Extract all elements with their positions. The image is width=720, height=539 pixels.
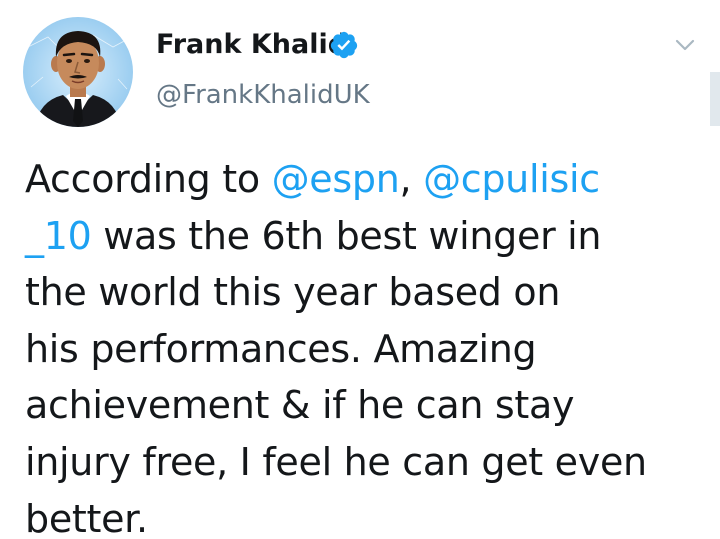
author-display-name[interactable]: Frank Khalid — [156, 28, 347, 62]
mention-link-cpulisic[interactable]: @cpulisic — [423, 157, 600, 201]
tweet-text-line: his performances. Amazing — [25, 326, 537, 371]
text-segment: According to — [25, 157, 272, 201]
tweet-text-line: injury free, I feel he can get even — [25, 439, 647, 484]
tweet-text-line: _10 was the 6th best winger in — [25, 208, 685, 265]
tweet-text-line: achievement & if he can stay — [25, 383, 575, 428]
verified-badge-icon — [330, 31, 358, 59]
tweet-text: According to @espn, @cpulisic _10 was th… — [25, 151, 685, 539]
tweet-text-line: According to @espn, @cpulisic — [25, 151, 685, 208]
text-segment: , — [399, 157, 424, 201]
mention-link-espn[interactable]: @espn — [272, 157, 400, 201]
tweet-text-line: the world this year based on — [25, 270, 561, 315]
cartoon-man-avatar-icon — [23, 17, 133, 127]
text-segment: was the 6th best winger in — [91, 213, 602, 258]
scroll-indicator — [710, 72, 720, 126]
chevron-down-icon[interactable] — [674, 36, 696, 54]
tweet-text-line: better. — [25, 496, 148, 539]
mention-link-cpulisic-continued[interactable]: _10 — [25, 214, 92, 258]
author-handle[interactable]: @FrankKhalidUK — [156, 78, 370, 112]
author-avatar[interactable] — [23, 17, 133, 127]
